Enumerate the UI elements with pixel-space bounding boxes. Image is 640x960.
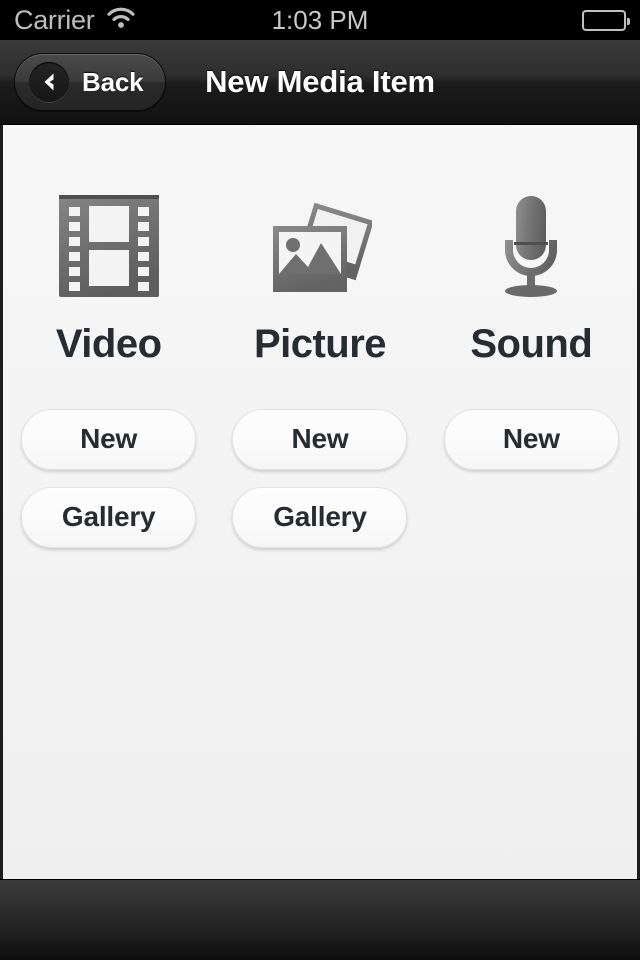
media-label-row: Video Picture Sound [3, 317, 637, 371]
status-bar: Carrier 1:03 PM [0, 0, 640, 40]
new-sound-button[interactable]: New [443, 408, 619, 470]
media-label-cell-video: Video [3, 317, 214, 371]
microphone-icon [492, 194, 570, 303]
gallery-button-cell-video: Gallery [3, 486, 214, 548]
photos-stack-icon [268, 195, 374, 302]
new-picture-button-label: New [291, 423, 349, 454]
new-sound-button-label: New [502, 423, 560, 454]
wifi-icon [106, 7, 136, 34]
gallery-button-row: Gallery Gallery [3, 486, 637, 548]
new-video-button-label: New [80, 423, 138, 454]
film-strip-icon [58, 194, 160, 303]
content-area: Video Picture Sound New New New Gallery … [0, 125, 640, 879]
gallery-picture-button[interactable]: Gallery [232, 486, 408, 548]
gallery-picture-button-label: Gallery [273, 501, 367, 532]
new-button-cell-video: New [3, 408, 214, 470]
new-button-cell-picture: New [214, 408, 425, 470]
bottom-toolbar[interactable] [0, 879, 640, 960]
navigation-bar: New Media Item Back [0, 40, 640, 125]
media-icon-row [3, 193, 637, 303]
media-label-video: Video [55, 322, 162, 366]
chevron-left-icon [29, 62, 69, 102]
back-button[interactable]: Back [14, 53, 167, 111]
battery-icon [582, 9, 631, 31]
media-icon-cell-video [3, 193, 214, 303]
clock-label: 1:03 PM [271, 5, 369, 35]
media-label-picture: Picture [253, 322, 387, 366]
gallery-button-cell-picture: Gallery [214, 486, 425, 548]
media-label-cell-sound: Sound [426, 317, 637, 371]
status-bar-left: Carrier [14, 4, 272, 35]
carrier-label: Carrier [14, 4, 95, 35]
back-button-label: Back [82, 66, 144, 97]
gallery-video-button[interactable]: Gallery [21, 486, 197, 548]
new-picture-button[interactable]: New [232, 408, 408, 470]
media-icon-cell-sound [426, 193, 637, 303]
status-bar-right [368, 9, 631, 31]
media-label-sound: Sound [470, 322, 593, 366]
gallery-button-cell-sound-empty [426, 486, 637, 548]
phone-screen: Carrier 1:03 PM New Media Item Back Vide… [0, 0, 640, 960]
media-icon-cell-picture [214, 193, 425, 303]
new-button-cell-sound: New [426, 408, 637, 470]
new-button-row: New New New [3, 408, 637, 470]
new-video-button[interactable]: New [21, 408, 197, 470]
gallery-video-button-label: Gallery [61, 501, 156, 532]
media-label-cell-picture: Picture [214, 317, 425, 371]
